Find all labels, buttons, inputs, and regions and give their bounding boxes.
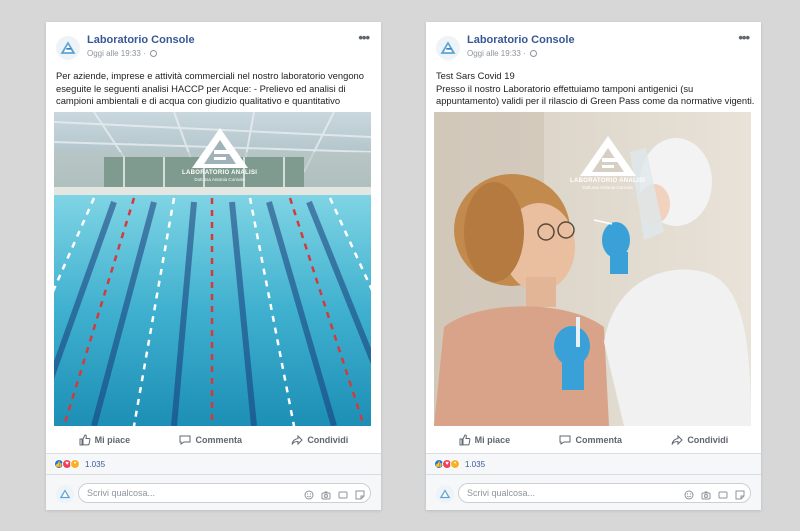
- logo-subtitle: Dott.ssa Antonia Console: [582, 185, 633, 190]
- post-text-line: Test Sars Covid 19: [436, 70, 515, 81]
- comment-icon: [179, 435, 191, 445]
- comment-label: Commenta: [195, 435, 242, 445]
- timestamp-text: Oggi alle 19:33: [467, 49, 521, 58]
- sticker-icon[interactable]: [735, 487, 745, 500]
- timestamp-text: Oggi alle 19:33: [87, 49, 141, 58]
- comment-label: Commenta: [575, 435, 622, 445]
- share-button[interactable]: Condividi: [671, 434, 728, 446]
- swimming-pool-photo[interactable]: LABORATORIO ANALISI Dott.ssa Antonia Con…: [54, 112, 371, 426]
- post-text: Test Sars Covid 19 Presso il nostro Labo…: [436, 70, 755, 108]
- reaction-count[interactable]: 1.035: [465, 460, 485, 469]
- share-button[interactable]: Condividi: [291, 434, 348, 446]
- gif-icon[interactable]: [338, 487, 348, 499]
- comment-tools: [304, 487, 365, 500]
- like-icon: [79, 434, 91, 446]
- logo-subtitle: Dott.ssa Antonia Console: [194, 177, 245, 182]
- lab-logo-icon: [579, 136, 636, 176]
- post-header: Laboratorio Console Oggi alle 19:33 · ••…: [436, 30, 751, 70]
- like-label: Mi piace: [474, 435, 511, 445]
- commenter-avatar: [56, 485, 74, 503]
- post-actions: Mi piace Commenta Condividi: [54, 427, 373, 453]
- wow-reaction-icon: •: [450, 459, 460, 469]
- more-options-icon[interactable]: •••: [738, 30, 750, 45]
- like-button[interactable]: Mi piace: [459, 434, 511, 446]
- comment-row: [426, 475, 761, 510]
- like-icon: [459, 434, 471, 446]
- lab-logo-icon: [191, 128, 248, 168]
- sticker-icon[interactable]: [355, 487, 365, 500]
- covid-swab-test-photo[interactable]: LABORATORIO ANALISI Dott.ssa Antonia Con…: [434, 112, 751, 426]
- reaction-icons: 👍 ♥ •: [54, 459, 80, 469]
- post-text: Per aziende, imprese e attività commerci…: [56, 70, 375, 108]
- lab-logo-icon: [60, 41, 76, 54]
- emoji-icon[interactable]: [684, 487, 694, 500]
- comment-tools: [684, 487, 745, 500]
- lab-logo-icon: [59, 489, 71, 499]
- share-label: Condividi: [307, 435, 349, 445]
- lab-logo-watermark: LABORATORIO ANALISI Dott.ssa Antonia Con…: [570, 134, 645, 190]
- like-label: Mi piace: [94, 435, 131, 445]
- share-label: Condividi: [687, 435, 729, 445]
- page-name[interactable]: Laboratorio Console: [467, 34, 575, 46]
- post-header: Laboratorio Console Oggi alle 19:33 · ••…: [56, 30, 371, 70]
- reaction-icons: 👍 ♥ •: [434, 459, 460, 469]
- reactions-row[interactable]: 👍 ♥ • 1.035: [46, 453, 381, 475]
- post-timestamp[interactable]: Oggi alle 19:33 ·: [467, 49, 537, 58]
- logo-caption: LABORATORIO ANALISI: [182, 170, 258, 176]
- post-actions: Mi piace Commenta Condividi: [434, 427, 753, 453]
- comment-button[interactable]: Commenta: [179, 434, 242, 446]
- page-avatar[interactable]: [56, 36, 80, 60]
- lab-logo-icon: [439, 489, 451, 499]
- reaction-count[interactable]: 1.035: [85, 460, 105, 469]
- lab-logo-watermark: LABORATORIO ANALISI Dott.ssa Antonia Con…: [182, 126, 257, 182]
- post-text-line: Presso il nostro Laboratorio effettuiamo…: [436, 82, 694, 94]
- post-text-line: appuntamento) validi per il rilascio di …: [436, 95, 755, 106]
- more-options-icon[interactable]: •••: [358, 30, 370, 45]
- comment-button[interactable]: Commenta: [559, 434, 622, 446]
- gif-icon[interactable]: [718, 487, 728, 499]
- comment-icon: [559, 435, 571, 445]
- like-button[interactable]: Mi piace: [79, 434, 131, 446]
- emoji-icon[interactable]: [304, 487, 314, 500]
- camera-icon[interactable]: [321, 487, 331, 500]
- share-icon: [671, 434, 684, 446]
- facebook-post-haccp: Laboratorio Console Oggi alle 19:33 · ••…: [46, 22, 381, 510]
- page-name[interactable]: Laboratorio Console: [87, 34, 195, 46]
- reactions-row[interactable]: 👍 ♥ • 1.035: [426, 453, 761, 475]
- page-avatar[interactable]: [436, 36, 460, 60]
- globe-icon: [529, 50, 537, 57]
- post-text-line: Per aziende, imprese e attività commerci…: [56, 70, 364, 81]
- lab-logo-icon: [440, 41, 456, 54]
- logo-caption: LABORATORIO ANALISI: [570, 178, 646, 184]
- comment-row: [46, 475, 381, 510]
- share-icon: [291, 434, 304, 446]
- globe-icon: [149, 50, 157, 57]
- camera-icon[interactable]: [701, 487, 711, 500]
- facebook-post-covid: Laboratorio Console Oggi alle 19:33 · ••…: [426, 22, 761, 510]
- post-timestamp[interactable]: Oggi alle 19:33 ·: [87, 49, 157, 58]
- post-text-line: eseguite le seguenti analisi HACCP per A…: [56, 82, 346, 94]
- post-text-line: campioni ambientali e di acqua con giudi…: [56, 95, 341, 106]
- wow-reaction-icon: •: [70, 459, 80, 469]
- commenter-avatar: [436, 485, 454, 503]
